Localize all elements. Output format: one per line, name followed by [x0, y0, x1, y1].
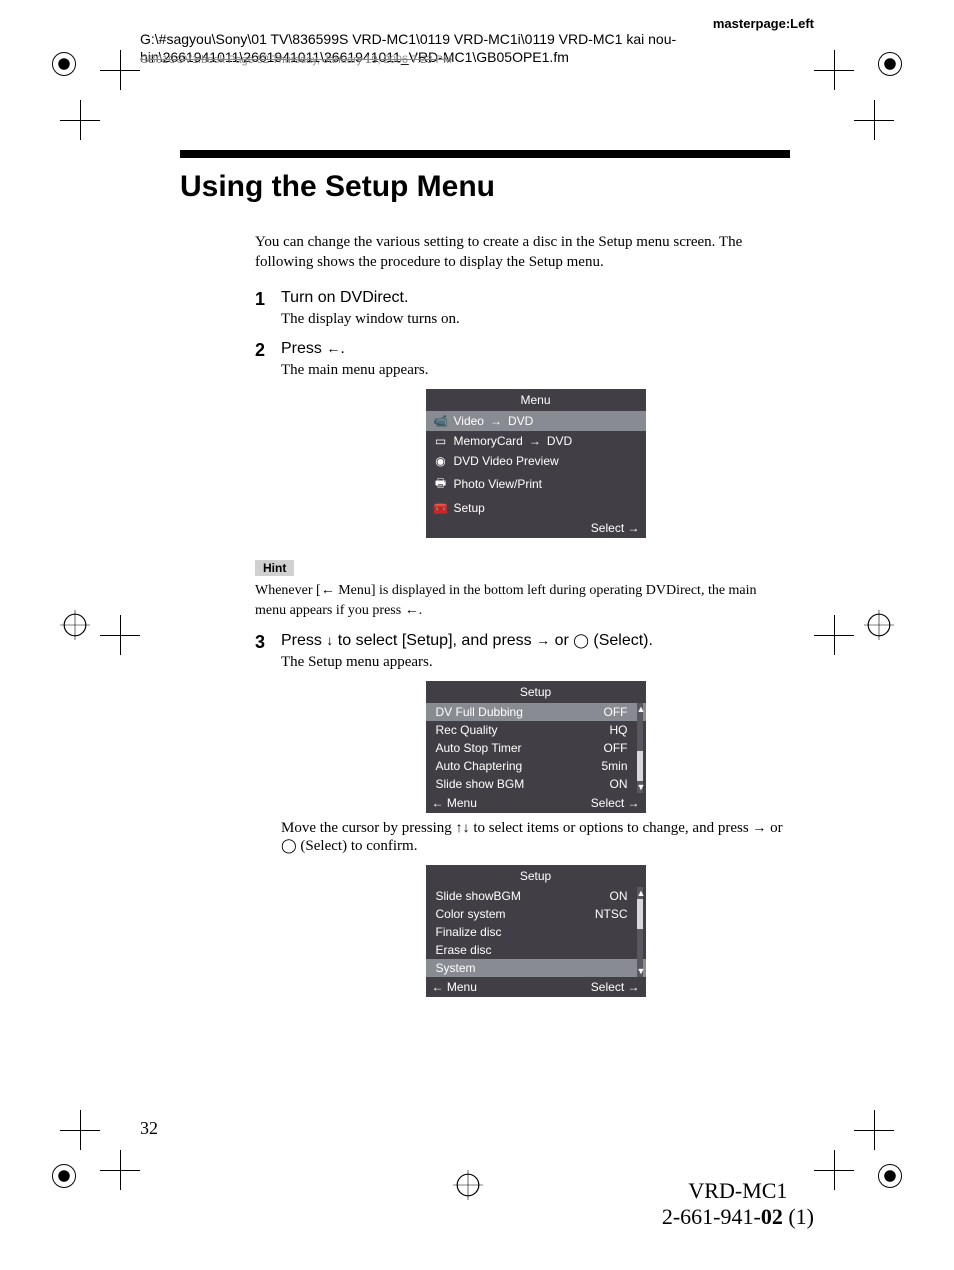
- registration-mark-icon: [864, 610, 894, 640]
- registration-mark-icon: [866, 40, 914, 88]
- menu-footer: Select →: [426, 518, 646, 538]
- document-footer: VRD-MC1 2-661-941-02 (1): [662, 1178, 814, 1230]
- crop-mark-icon: [814, 615, 854, 655]
- crop-mark-icon: [854, 1110, 894, 1150]
- crop-mark-icon: [814, 1150, 854, 1190]
- right-arrow-icon: →: [536, 632, 550, 648]
- scroll-up-icon: ▲: [637, 887, 643, 899]
- registration-mark-icon: [60, 610, 90, 640]
- prepress-header: masterpage:Left G:\#sagyou\Sony\01 TV\83…: [140, 16, 814, 66]
- step-heading: Press ←.: [281, 340, 790, 358]
- menu-title: Menu: [426, 389, 646, 411]
- hint-text: Whenever [← Menu] is displayed in the bo…: [255, 580, 790, 620]
- memory-card-icon: ▭: [434, 434, 448, 448]
- left-arrow-icon: ←: [405, 601, 419, 617]
- menu-item-setup: 🧰 Setup: [426, 498, 646, 518]
- scrollbar: ▲ ▼: [637, 887, 643, 977]
- arrow-right-icon: →: [490, 414, 502, 428]
- camcorder-icon: 📹: [434, 414, 448, 428]
- scrollbar: ▲ ▼: [637, 703, 643, 793]
- page-title: Using the Setup Menu: [180, 170, 790, 204]
- step-description: The display window turns on.: [281, 311, 790, 328]
- select-circle-icon: ◯: [281, 837, 297, 853]
- setup-row-erase-disc: Erase disc: [426, 941, 646, 959]
- crop-mark-icon: [60, 100, 100, 140]
- arrow-left-icon: ←: [432, 796, 444, 810]
- menu-item-dvd-preview: ◉ DVD Video Preview: [426, 451, 646, 471]
- registration-mark-icon: [40, 40, 88, 88]
- step-description: The Setup menu appears.: [281, 654, 790, 671]
- scroll-up-icon: ▲: [637, 703, 643, 715]
- setup-row-auto-chaptering: Auto Chaptering 5min: [426, 757, 646, 775]
- crop-mark-icon: [60, 1110, 100, 1150]
- setup-row-system: System: [426, 959, 646, 977]
- hint-label: Hint: [255, 560, 294, 576]
- step-description: Move the cursor by pressing ↑↓ to select…: [281, 819, 790, 855]
- step-2: 2 Press ←. The main menu appears. Menu 📹…: [255, 340, 790, 538]
- step-heading: Press ↓ to select [Setup], and press → o…: [281, 632, 790, 650]
- setup-row-slide-show-bgm: Slide showBGM ON: [426, 887, 646, 905]
- menu-footer: ← Menu Select →: [426, 977, 646, 997]
- arrow-right-icon: →: [628, 521, 640, 535]
- main-menu-screenshot: Menu 📹 Video → DVD ▭ MemoryCard → DVD: [426, 389, 646, 538]
- menu-item-memorycard-dvd: ▭ MemoryCard → DVD: [426, 431, 646, 451]
- registration-mark-icon: [453, 1170, 483, 1200]
- crop-mark-icon: [814, 50, 854, 90]
- setup-row-rec-quality: Rec Quality HQ: [426, 721, 646, 739]
- select-circle-icon: ◯: [573, 632, 589, 648]
- intro-paragraph: You can change the various setting to cr…: [255, 232, 790, 273]
- arrow-right-icon: →: [628, 796, 640, 810]
- scroll-down-icon: ▼: [637, 781, 643, 793]
- step-1: 1 Turn on DVDirect. The display window t…: [255, 289, 790, 328]
- left-arrow-icon: ←: [326, 340, 340, 356]
- step-number: 2: [255, 340, 265, 361]
- setup-menu-screenshot-1: Setup DV Full Dubbing OFF Rec Quality HQ…: [426, 681, 646, 813]
- menu-title: Setup: [426, 865, 646, 887]
- masterpage-label: masterpage:Left: [140, 16, 814, 31]
- scroll-down-icon: ▼: [637, 965, 643, 977]
- setup-row-finalize-disc: Finalize disc: [426, 923, 646, 941]
- setup-row-slide-show-bgm: Slide show BGM ON: [426, 775, 646, 793]
- registration-mark-icon: [40, 1152, 88, 1200]
- toolbox-icon: 🧰: [434, 501, 448, 515]
- disc-icon: ◉: [434, 454, 448, 468]
- registration-mark-icon: [866, 1152, 914, 1200]
- page-number: 32: [140, 1118, 158, 1139]
- right-arrow-icon: →: [752, 819, 766, 835]
- menu-item-photo-view-print: 🖶 Photo View/Print: [426, 471, 646, 498]
- setup-row-color-system: Color system NTSC: [426, 905, 646, 923]
- section-rule: [180, 150, 790, 158]
- printer-icon: 🖶: [434, 474, 448, 495]
- crop-mark-icon: [854, 100, 894, 140]
- setup-row-dv-full-dubbing: DV Full Dubbing OFF: [426, 703, 646, 721]
- model-number: VRD-MC1: [662, 1178, 814, 1204]
- arrow-right-icon: →: [529, 434, 541, 448]
- step-heading: Turn on DVDirect.: [281, 289, 790, 307]
- step-number: 1: [255, 289, 265, 310]
- crop-mark-icon: [100, 1150, 140, 1190]
- crop-mark-icon: [100, 50, 140, 90]
- up-down-arrow-icon: ↑↓: [456, 819, 470, 835]
- setup-row-auto-stop-timer: Auto Stop Timer OFF: [426, 739, 646, 757]
- left-arrow-icon: ←: [321, 581, 335, 597]
- document-number: 2-661-941-02 (1): [662, 1204, 814, 1230]
- setup-menu-screenshot-2: Setup Slide showBGM ON Color system NTSC…: [426, 865, 646, 997]
- step-description: The main menu appears.: [281, 362, 790, 379]
- step-3: 3 Press ↓ to select [Setup], and press →…: [255, 632, 790, 997]
- ghost-framemaker-text: GB01COV1.book Page 32 Thursday, January …: [140, 54, 452, 66]
- arrow-left-icon: ←: [432, 980, 444, 994]
- arrow-right-icon: →: [628, 980, 640, 994]
- step-number: 3: [255, 632, 265, 653]
- menu-item-video-dvd: 📹 Video → DVD: [426, 411, 646, 431]
- filepath-line-1: G:\#sagyou\Sony\01 TV\836599S VRD-MC1\01…: [140, 31, 676, 47]
- menu-title: Setup: [426, 681, 646, 703]
- menu-footer: ← Menu Select →: [426, 793, 646, 813]
- crop-mark-icon: [100, 615, 140, 655]
